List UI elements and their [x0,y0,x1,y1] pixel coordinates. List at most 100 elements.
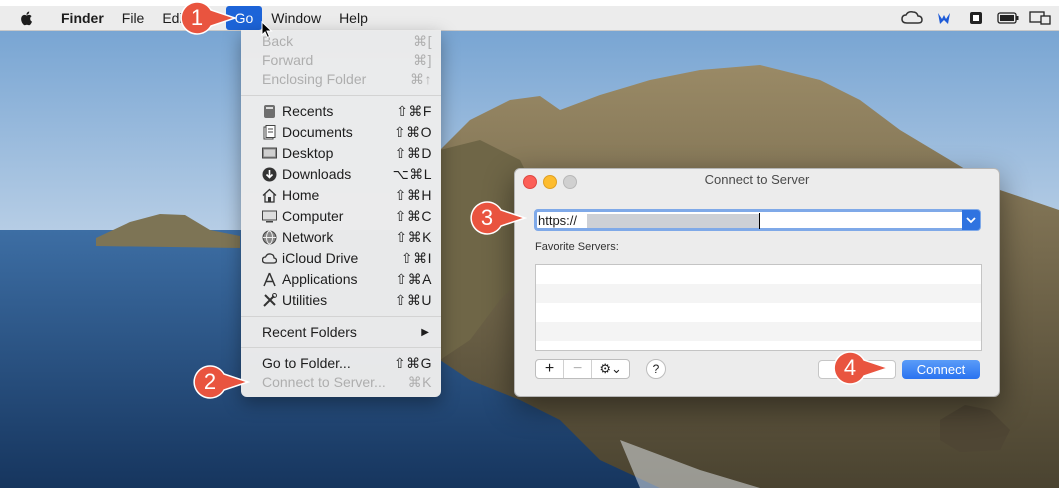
menu-item-shortcut: ⇧⌘I [400,250,432,266]
battery-icon[interactable] [997,9,1019,27]
menu-item-network[interactable]: Network ⇧⌘K [241,227,441,248]
menu-item-label: Desktop [282,145,334,161]
menu-item-label: Go to Folder... [262,355,351,371]
menu-item-shortcut: ⌘K [407,374,432,390]
menu-separator [241,95,441,96]
menu-item-label: Utilities [282,292,328,308]
menu-item-label: Network [282,229,334,245]
step-callout-3: 3 [467,200,528,236]
callout-number: 3 [480,205,494,230]
menu-file[interactable]: File [113,6,154,30]
favorite-servers-list[interactable] [535,264,982,351]
menu-item-shortcut: ⌘[ [413,33,432,49]
computer-icon [262,210,277,223]
go-menu: Back ⌘[ Forward ⌘] Enclosing Folder ⌘↑ R… [241,30,441,397]
connect-button[interactable]: Connect [902,360,980,379]
menu-item-shortcut: ⇧⌘F [396,103,432,119]
add-favorite-button[interactable]: + [536,360,565,378]
menu-item-documents[interactable]: Documents ⇧⌘O [241,122,441,143]
bitdefender-icon[interactable] [965,9,987,27]
menu-help[interactable]: Help [330,6,377,30]
chevron-down-icon [966,217,976,224]
menu-finder[interactable]: Finder [52,6,113,30]
menu-item-recent-folders[interactable]: Recent Folders ▶ [241,322,441,343]
favorite-servers-label: Favorite Servers: [535,241,619,253]
menu-item-shortcut: ⇧⌘C [394,208,432,224]
remove-favorite-button[interactable]: − [564,360,593,378]
menu-item-home[interactable]: Home ⇧⌘H [241,185,441,206]
menu-item-label: Computer [282,208,344,224]
desktop-icon [262,147,277,159]
menu-item-label: Recent Folders [262,324,357,340]
documents-icon [263,125,276,140]
list-item[interactable] [536,265,981,284]
step-callout-2: 2 [190,364,251,400]
menu-item-label: Connect to Server... [262,374,386,390]
utilities-icon [263,293,277,307]
menu-item-label: Recents [282,103,334,119]
menu-item-label: iCloud Drive [282,250,359,266]
recent-servers-dropdown[interactable] [962,210,980,230]
favorites-controls: + − ⚙︎⌄ [535,359,630,379]
menu-item-downloads[interactable]: Downloads ⌥⌘L [241,164,441,185]
display-icon[interactable] [1029,9,1051,27]
menu-item-shortcut: ⌘] [413,52,432,68]
status-area [901,9,1051,27]
menu-item-shortcut: ⌥⌘L [392,166,432,182]
dialog-title: Connect to Server [704,172,810,187]
menu-item-label: Home [282,187,320,203]
menu-item-label: Documents [282,124,353,140]
redacted-address [587,214,759,228]
menu-item-applications[interactable]: Applications ⇧⌘A [241,269,441,290]
applications-icon [263,272,276,287]
menu-item-shortcut: ⇧⌘U [394,292,432,308]
menu-item-enclosing-folder[interactable]: Enclosing Folder ⌘↑ [241,69,441,90]
menu-item-shortcut: ⇧⌘K [395,229,432,245]
home-icon [262,188,277,203]
mouse-cursor-icon [261,21,273,39]
step-callout-4: 4 [830,350,891,386]
menu-item-utilities[interactable]: Utilities ⇧⌘U [241,290,441,311]
menu-item-shortcut: ⇧⌘H [394,187,432,203]
apple-icon[interactable] [18,9,36,27]
menu-separator [241,347,441,348]
creative-cloud-icon[interactable] [901,9,923,27]
connect-to-server-dialog: Connect to Server https:// Favorite Serv… [514,168,1000,397]
menu-item-label: Enclosing Folder [262,71,367,87]
step-callout-1: 1 [177,0,238,36]
menu-item-label: Applications [282,271,358,287]
recents-icon [264,105,275,118]
server-address-input[interactable]: https:// [534,209,981,231]
text-caret [759,213,760,229]
downloads-icon [262,167,277,182]
menu-separator [241,316,441,317]
menu-item-recents[interactable]: Recents ⇧⌘F [241,101,441,122]
menu-item-label: Downloads [282,166,352,182]
menu-item-connect-to-server[interactable]: Connect to Server... ⌘K [241,372,441,393]
list-item[interactable] [536,322,981,341]
menu-item-shortcut: ⌘↑ [410,71,432,87]
server-address-value: https:// [538,213,578,228]
submenu-arrow-icon: ▶ [421,327,429,338]
menu-item-label: Forward [262,52,314,68]
gear-menu-button[interactable]: ⚙︎⌄ [592,360,629,378]
help-button[interactable]: ? [646,359,666,379]
callout-number: 1 [190,5,204,30]
menu-item-shortcut: ⇧⌘O [393,124,432,140]
menu-item-computer[interactable]: Computer ⇧⌘C [241,206,441,227]
menu-item-icloud-drive[interactable]: iCloud Drive ⇧⌘I [241,248,441,269]
icloud-icon [262,253,277,264]
menu-item-forward[interactable]: Forward ⌘] [241,50,441,71]
menu-bar: Finder File Edi Go Window Help [0,6,1059,31]
menu-item-desktop[interactable]: Desktop ⇧⌘D [241,143,441,164]
list-item[interactable] [536,303,981,322]
callout-number: 2 [203,369,217,394]
menu-item-go-to-folder[interactable]: Go to Folder... ⇧⌘G [241,353,441,374]
menu-item-shortcut: ⇧⌘D [394,145,432,161]
network-icon [262,230,277,245]
malwarebytes-icon[interactable] [933,9,955,27]
callout-number: 4 [843,355,857,380]
menu-item-shortcut: ⇧⌘A [395,271,432,287]
menu-item-shortcut: ⇧⌘G [393,355,432,371]
list-item[interactable] [536,284,981,303]
